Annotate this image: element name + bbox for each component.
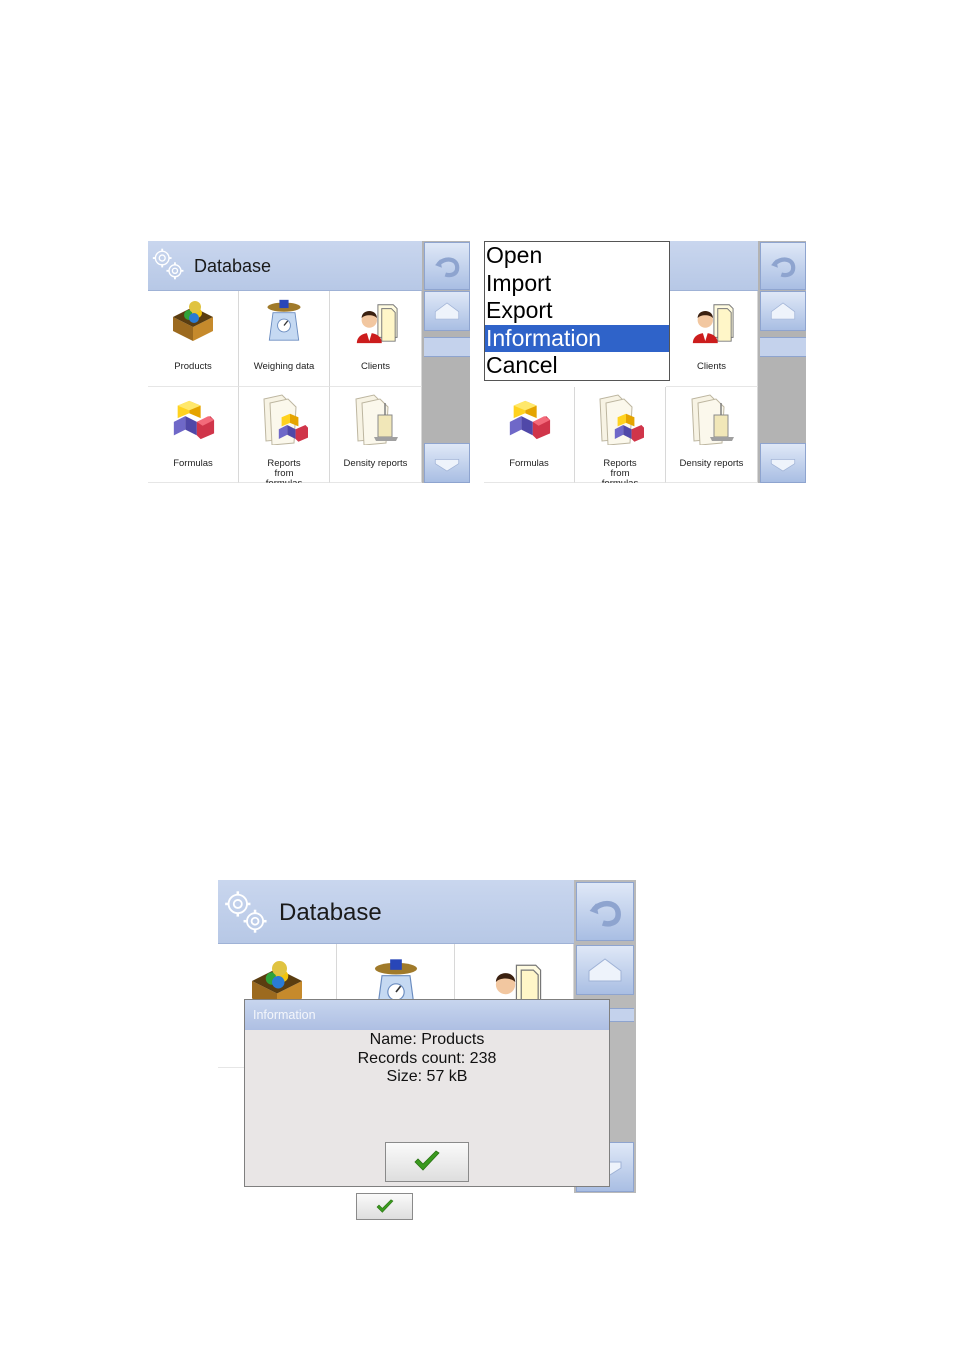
info-records-count: Records count: 238 (357, 1049, 497, 1067)
tile-reports-from-formulas[interactable]: Reports from formulas (239, 387, 330, 483)
home-button[interactable] (424, 291, 470, 331)
tile-label: Reports from formulas (602, 458, 638, 484)
home-icon (432, 300, 462, 322)
ok-button[interactable] (385, 1142, 469, 1182)
tile-label: Reports from formulas (266, 458, 302, 484)
tile-density-reports[interactable]: Density reports (330, 387, 422, 483)
down-arrow-icon (432, 452, 462, 474)
back-button[interactable] (424, 242, 470, 290)
reports-formulas-icon (596, 393, 644, 445)
menu-item-cancel[interactable]: Cancel (485, 352, 669, 380)
tile-weighing-data[interactable]: Weighing data (239, 291, 330, 387)
home-button[interactable] (760, 291, 806, 331)
scroll-down-button[interactable] (424, 443, 470, 483)
tile-label: Products (174, 361, 212, 372)
tile-label: Clients (696, 361, 727, 372)
down-arrow-icon (768, 452, 798, 474)
menu-item-export[interactable]: Export (485, 297, 669, 325)
tile-formulas[interactable]: Formulas (148, 387, 239, 483)
menu-item-information[interactable]: Information (485, 324, 669, 353)
header-bar: Database (148, 241, 422, 291)
density-reports-icon (352, 393, 400, 445)
home-icon (768, 300, 798, 322)
page-title: Database (194, 256, 272, 276)
density-reports-icon (688, 393, 736, 445)
clients-icon (688, 299, 736, 345)
back-arrow-icon (766, 249, 800, 283)
weighing-scale-icon (262, 297, 306, 343)
checkmark-icon (412, 1150, 442, 1174)
tile-reports-from-formulas[interactable]: Reports from formulas (575, 387, 666, 483)
info-size: Size: 57 kB (386, 1068, 468, 1085)
database-screen-top: Database Products Weighing data Clients … (148, 241, 470, 483)
page-title: Database (279, 899, 382, 926)
tile-products[interactable]: Products (148, 291, 239, 387)
tile-clients[interactable]: Clients (330, 291, 422, 387)
tile-density-reports[interactable]: Density reports (666, 387, 758, 483)
side-panel (758, 241, 806, 483)
back-button[interactable] (760, 242, 806, 290)
dialog-title: Information (245, 1000, 609, 1030)
back-button[interactable] (576, 882, 634, 941)
products-box-icon (169, 299, 217, 343)
tile-clients[interactable]: Clients (666, 291, 758, 387)
back-arrow-icon (430, 249, 464, 283)
gears-icon (224, 889, 270, 935)
menu-item-open[interactable]: Open (485, 242, 669, 270)
tile-label: Density reports (343, 458, 408, 469)
tile-grid: Products Weighing data Clients Formulas … (148, 291, 422, 483)
tile-formulas[interactable]: Formulas (484, 387, 575, 483)
info-name: Name: Products (369, 1031, 485, 1048)
clients-icon (352, 299, 400, 345)
scrollbar-thumb[interactable] (760, 337, 806, 357)
scroll-down-button[interactable] (760, 443, 806, 483)
side-panel (422, 241, 470, 483)
tile-label: Formulas (173, 458, 213, 469)
home-button[interactable] (576, 945, 634, 995)
tile-label: Weighing data (253, 361, 315, 372)
formulas-cubes-icon (170, 397, 216, 443)
reports-formulas-icon (260, 393, 308, 445)
formulas-cubes-icon (506, 397, 552, 443)
back-arrow-icon (583, 890, 627, 934)
menu-item-import[interactable]: Import (485, 270, 669, 298)
tile-label: Density reports (679, 458, 744, 469)
tile-label: Clients (360, 361, 391, 372)
checkmark-icon (375, 1199, 395, 1215)
information-dialog: Information Name: Products Records count… (244, 999, 610, 1187)
gears-icon (152, 247, 186, 281)
header-bar: Database (218, 880, 574, 944)
scrollbar-thumb[interactable] (424, 337, 470, 357)
context-menu: Open Import Export Information Cancel (484, 241, 670, 381)
home-icon (585, 955, 625, 985)
ok-button-small[interactable] (356, 1193, 413, 1220)
tile-label: Formulas (509, 458, 549, 469)
